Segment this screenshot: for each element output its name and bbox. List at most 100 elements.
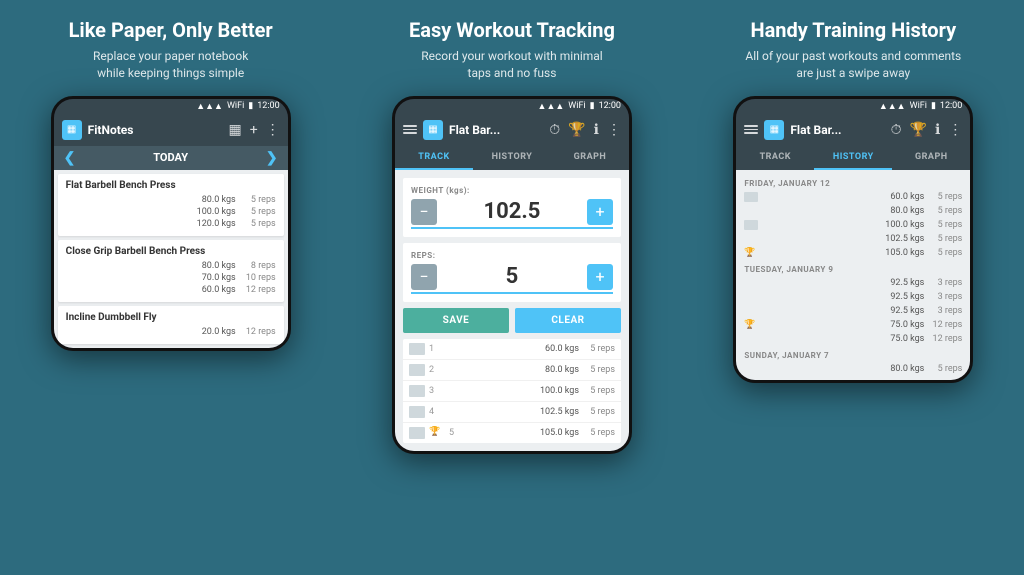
exercise-name-1: Flat Barbell Bench Press [66, 180, 276, 191]
tab-track-2[interactable]: TRACK [395, 146, 473, 170]
toolbar-icons-2: ⏱ 🏆 ℹ ⋮ [549, 122, 621, 138]
date-nav-1: ❮ TODAY ❯ [54, 146, 288, 170]
more-icon-3[interactable]: ⋮ [948, 122, 962, 138]
prev-date-arrow[interactable]: ❮ [64, 150, 76, 166]
set-row-p2-2: 2 80.0 kgs 5 reps [403, 360, 621, 381]
wifi-icon-3: WiFi [910, 101, 927, 111]
set-reps-2-3: 12 reps [236, 285, 276, 295]
set-row-1-3: 120.0 kgs 5 reps [66, 218, 276, 230]
set-weight-2-3: 60.0 kgs [181, 285, 236, 295]
toolbar-icons-1: ▦ + ⋮ [228, 122, 279, 138]
app-name-2: Flat Bar... [449, 123, 543, 137]
more-icon[interactable]: ⋮ [266, 122, 280, 138]
hist-reps-1-2: 5 reps [924, 206, 962, 216]
set-row-2-1: 80.0 kgs 8 reps [66, 260, 276, 272]
hist-trophy-icon-2-4: 🏆 [744, 320, 758, 330]
status-bar-1: ▲▲▲ WiFi ▮ 12:00 [54, 99, 288, 114]
hist-reps-1-1: 5 reps [924, 192, 962, 202]
save-button[interactable]: SAVE [403, 308, 509, 333]
set-weight-2-2: 70.0 kgs [181, 273, 236, 283]
history-date-1: FRIDAY, JANUARY 12 [740, 174, 966, 190]
next-date-arrow[interactable]: ❯ [266, 150, 278, 166]
reps-input-section: REPS: − 5 + [403, 243, 621, 302]
hist-reps-2-5: 12 reps [924, 334, 962, 344]
hist-weight-1-4: 102.5 kgs [762, 234, 924, 244]
hist-trophy-icon-1-5: 🏆 [744, 248, 758, 258]
add-icon[interactable]: + [250, 122, 258, 138]
panel-1-subtitle: Replace your paper notebookwhile keeping… [93, 48, 248, 82]
trophy-icon[interactable]: 🏆 [568, 122, 585, 138]
tab-track-3[interactable]: TRACK [736, 146, 814, 170]
more-icon-2[interactable]: ⋮ [607, 122, 621, 138]
tab-graph-2[interactable]: GRAPH [551, 146, 629, 170]
set-row-3-1: 20.0 kgs 12 reps [66, 326, 276, 338]
calendar-icon[interactable]: ▦ [228, 122, 241, 138]
timer-icon[interactable]: ⏱ [549, 122, 560, 138]
hist-comment-icon-1-1 [744, 192, 758, 202]
set-reps-p2-2: 5 reps [579, 365, 615, 375]
panel-2-subtitle: Record your workout with minimaltaps and… [421, 48, 602, 82]
panel-1-title: Like Paper, Only Better [69, 18, 273, 42]
app-toolbar-1: ▦ FitNotes ▦ + ⋮ [54, 114, 288, 146]
hist-reps-3-1: 5 reps [924, 364, 962, 374]
weight-increase-btn[interactable]: + [587, 199, 613, 225]
workout-list-screen: Flat Barbell Bench Press 80.0 kgs 5 reps… [54, 170, 288, 348]
panel-1: Like Paper, Only Better Replace your pap… [0, 0, 341, 575]
set-weight-3-1: 20.0 kgs [181, 327, 236, 337]
action-buttons: SAVE CLEAR [403, 308, 621, 333]
set-weight-p2-5: 105.0 kgs [463, 428, 579, 438]
reps-decrease-btn[interactable]: − [411, 264, 437, 290]
set-reps-p2-5: 5 reps [579, 428, 615, 438]
set-num-4: 4 [429, 407, 443, 417]
signal-icon-3: ▲▲▲ [879, 101, 906, 112]
hist-row-2-5: 75.0 kgs 12 reps [740, 332, 966, 346]
hist-weight-1-3: 100.0 kgs [762, 220, 924, 230]
hist-reps-1-5: 5 reps [924, 248, 962, 258]
set-comment-icon-4 [409, 406, 425, 418]
info-icon-3[interactable]: ℹ [935, 122, 940, 138]
set-weight-2-1: 80.0 kgs [181, 261, 236, 271]
info-icon[interactable]: ℹ [594, 122, 599, 138]
set-weight-1-3: 120.0 kgs [181, 219, 236, 229]
set-comment-icon-2 [409, 364, 425, 376]
hist-weight-2-4: 75.0 kgs [762, 320, 924, 330]
weight-label: WEIGHT (kgs): [411, 186, 613, 195]
hist-weight-2-5: 75.0 kgs [762, 334, 924, 344]
app-icon-2: ▦ [423, 120, 443, 140]
exercise-card-1: Flat Barbell Bench Press 80.0 kgs 5 reps… [58, 174, 284, 236]
reps-label: REPS: [411, 251, 613, 260]
weight-decrease-btn[interactable]: − [411, 199, 437, 225]
hist-row-1-5: 🏆 105.0 kgs 5 reps [740, 246, 966, 260]
set-reps-2-1: 8 reps [236, 261, 276, 271]
exercise-card-3: Incline Dumbbell Fly 20.0 kgs 12 reps [58, 306, 284, 344]
clear-button[interactable]: CLEAR [515, 308, 621, 333]
hist-reps-2-2: 3 reps [924, 292, 962, 302]
time-display-1: 12:00 [257, 101, 279, 111]
set-num-3: 3 [429, 386, 443, 396]
tab-graph-3[interactable]: GRAPH [892, 146, 970, 170]
battery-icon-2: ▮ [590, 101, 595, 111]
trophy-icon-3[interactable]: 🏆 [910, 122, 927, 138]
weight-input-row: − 102.5 + [411, 199, 613, 229]
phone-3: ▲▲▲ WiFi ▮ 12:00 ▦ Flat Bar... ⏱ 🏆 ℹ ⋮ T… [733, 96, 973, 383]
panel-2: Easy Workout Tracking Record your workou… [341, 0, 682, 575]
set-reps-1-1: 5 reps [236, 195, 276, 205]
panel-2-title: Easy Workout Tracking [409, 18, 615, 42]
set-reps-1-2: 5 reps [236, 207, 276, 217]
phone-2: ▲▲▲ WiFi ▮ 12:00 ▦ Flat Bar... ⏱ 🏆 ℹ ⋮ T… [392, 96, 632, 454]
tab-history-2[interactable]: HISTORY [473, 146, 551, 170]
hamburger-icon-3[interactable] [744, 125, 758, 134]
reps-increase-btn[interactable]: + [587, 264, 613, 290]
hist-weight-2-2: 92.5 kgs [762, 292, 924, 302]
tab-history-3[interactable]: HISTORY [814, 146, 892, 170]
set-reps-1-3: 5 reps [236, 219, 276, 229]
set-row-2-3: 60.0 kgs 12 reps [66, 284, 276, 296]
exercise-name-2: Close Grip Barbell Bench Press [66, 246, 276, 257]
hamburger-icon[interactable] [403, 125, 417, 134]
timer-icon-3[interactable]: ⏱ [891, 122, 902, 138]
signal-icon-2: ▲▲▲ [538, 101, 565, 112]
set-row-1-1: 80.0 kgs 5 reps [66, 194, 276, 206]
hist-row-1-3: 100.0 kgs 5 reps [740, 218, 966, 232]
set-reps-p2-3: 5 reps [579, 386, 615, 396]
hist-comment-icon-1-3 [744, 220, 758, 230]
